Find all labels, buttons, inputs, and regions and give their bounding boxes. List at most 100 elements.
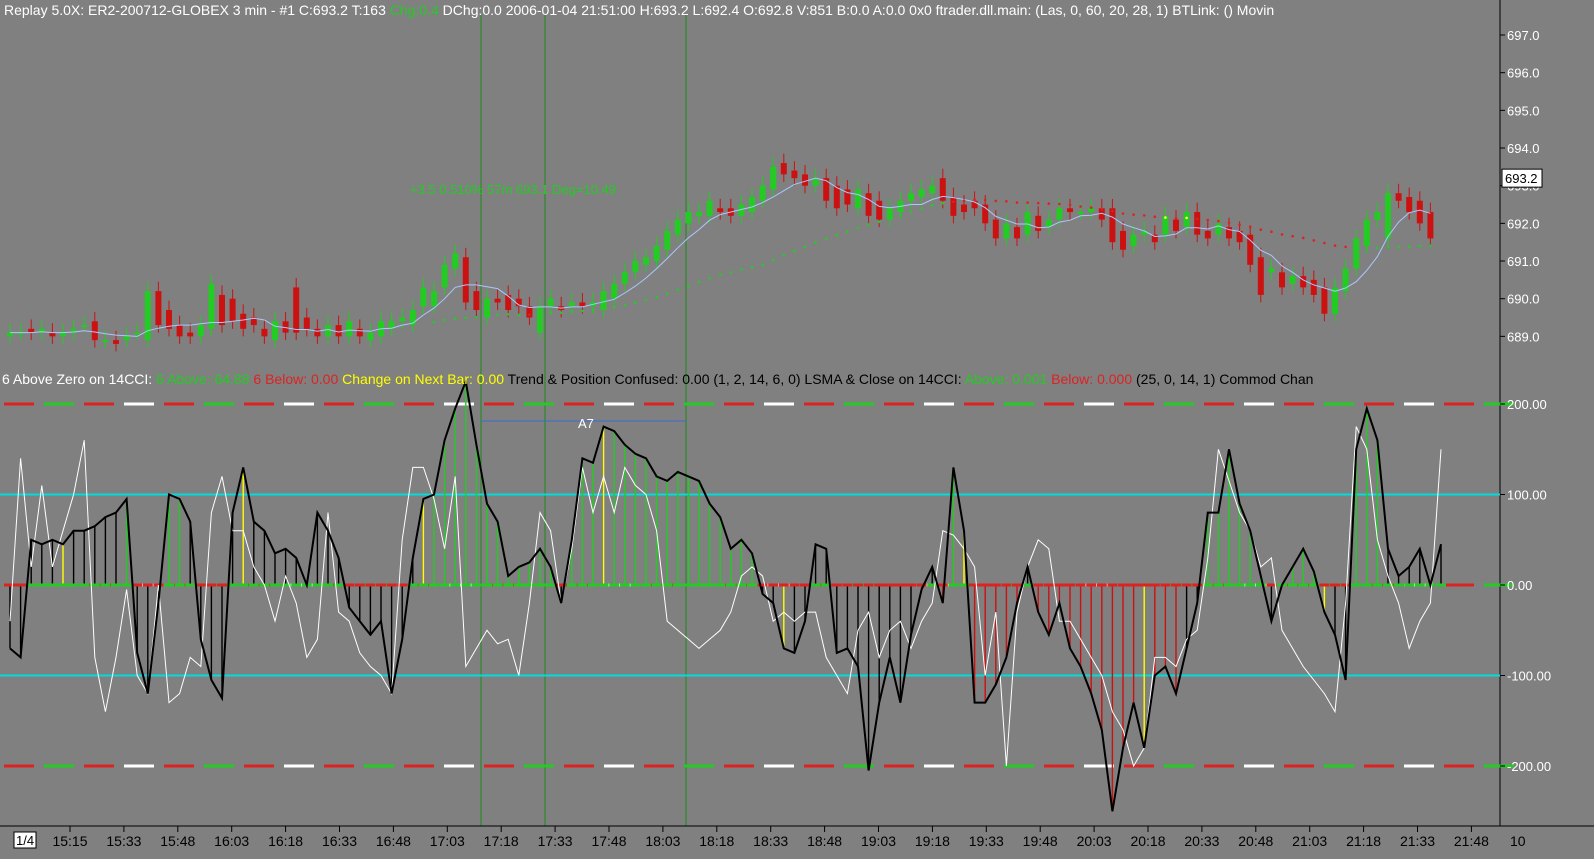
- candle-body[interactable]: [1173, 219, 1179, 231]
- candle-body[interactable]: [929, 185, 936, 194]
- candle-body[interactable]: [717, 208, 724, 213]
- candle-body[interactable]: [1257, 257, 1264, 295]
- candle-body[interactable]: [1109, 208, 1116, 243]
- candle-body[interactable]: [1120, 230, 1126, 250]
- candle-body[interactable]: [653, 245, 660, 262]
- candle-body[interactable]: [632, 261, 639, 273]
- candle-body[interactable]: [685, 212, 692, 224]
- candle-body[interactable]: [187, 332, 194, 337]
- candle-body[interactable]: [113, 340, 119, 344]
- candle-body[interactable]: [60, 332, 66, 337]
- candle-body[interactable]: [505, 294, 512, 310]
- candle-body[interactable]: [611, 283, 618, 299]
- candle-body[interactable]: [1194, 212, 1201, 235]
- candle-body[interactable]: [568, 302, 575, 307]
- candle-body[interactable]: [473, 291, 480, 310]
- candle-body[interactable]: [1321, 287, 1328, 314]
- candle-body[interactable]: [1268, 268, 1275, 273]
- candle-body[interactable]: [961, 204, 967, 213]
- candle-body[interactable]: [908, 193, 914, 201]
- candle-body[interactable]: [1416, 200, 1423, 224]
- candle-body[interactable]: [1014, 227, 1020, 239]
- candle-body[interactable]: [579, 302, 586, 307]
- candle-body[interactable]: [664, 230, 671, 250]
- candle-body[interactable]: [749, 196, 755, 213]
- candle-body[interactable]: [7, 332, 13, 337]
- candle-body[interactable]: [1279, 272, 1285, 288]
- candle-body[interactable]: [325, 325, 331, 337]
- candle-body[interactable]: [144, 291, 151, 341]
- candle-body[interactable]: [1406, 196, 1413, 213]
- candle-body[interactable]: [1374, 212, 1381, 220]
- candle-body[interactable]: [81, 325, 88, 328]
- candle-body[interactable]: [272, 321, 278, 341]
- candle-body[interactable]: [855, 189, 861, 209]
- candle-body[interactable]: [600, 291, 607, 310]
- candle-body[interactable]: [102, 340, 109, 343]
- candle-body[interactable]: [494, 298, 501, 303]
- candle-body[interactable]: [261, 328, 268, 337]
- candle-body[interactable]: [123, 336, 130, 341]
- candle-body[interactable]: [462, 257, 469, 303]
- candle-body[interactable]: [759, 185, 766, 201]
- candle-body[interactable]: [367, 332, 374, 341]
- candle-body[interactable]: [314, 328, 321, 337]
- candle-body[interactable]: [431, 291, 437, 307]
- page-indicator[interactable]: 1/4: [16, 833, 34, 848]
- candle-body[interactable]: [1310, 279, 1317, 295]
- candle-body[interactable]: [780, 163, 787, 175]
- candle-body[interactable]: [229, 298, 236, 322]
- candle-body[interactable]: [91, 321, 98, 341]
- candle-body[interactable]: [1395, 193, 1402, 201]
- candle-body[interactable]: [49, 332, 56, 337]
- candle-body[interactable]: [399, 317, 406, 322]
- candle-body[interactable]: [621, 272, 628, 284]
- candle-body[interactable]: [696, 212, 702, 216]
- candle-body[interactable]: [452, 253, 459, 269]
- candle-body[interactable]: [1130, 234, 1137, 246]
- candle-body[interactable]: [865, 193, 872, 216]
- candle-body[interactable]: [1385, 193, 1391, 239]
- candle-body[interactable]: [876, 200, 883, 220]
- candle-body[interactable]: [219, 294, 225, 326]
- candle-body[interactable]: [176, 325, 183, 337]
- candle-body[interactable]: [1067, 208, 1073, 213]
- candle-body[interactable]: [1363, 219, 1370, 246]
- candle-body[interactable]: [484, 298, 490, 318]
- candle-body[interactable]: [1024, 212, 1031, 235]
- candle-body[interactable]: [812, 178, 819, 186]
- candle-body[interactable]: [791, 170, 798, 179]
- candle-body[interactable]: [240, 313, 247, 329]
- candle-body[interactable]: [1003, 223, 1010, 239]
- candle-body[interactable]: [1077, 212, 1084, 215]
- candle-body[interactable]: [537, 306, 543, 333]
- candle-body[interactable]: [918, 189, 925, 197]
- candle-body[interactable]: [1204, 230, 1211, 239]
- candle-body[interactable]: [802, 174, 808, 186]
- candle-body[interactable]: [950, 196, 957, 216]
- candle-body[interactable]: [356, 328, 363, 337]
- candle-body[interactable]: [674, 219, 681, 235]
- candle-body[interactable]: [1236, 230, 1243, 243]
- candle-body[interactable]: [420, 287, 427, 307]
- candle-body[interactable]: [770, 166, 777, 190]
- candle-body[interactable]: [293, 287, 300, 333]
- candle-body[interactable]: [335, 325, 342, 337]
- candle-body[interactable]: [1427, 212, 1434, 239]
- candle-body[interactable]: [1215, 223, 1222, 235]
- candle-body[interactable]: [346, 321, 353, 337]
- candle-body[interactable]: [1183, 212, 1190, 228]
- candle-body[interactable]: [303, 317, 310, 329]
- candle-body[interactable]: [155, 291, 162, 326]
- candle-body[interactable]: [643, 257, 649, 265]
- candle-body[interactable]: [134, 332, 141, 335]
- candle-body[interactable]: [992, 219, 999, 239]
- candle-body[interactable]: [441, 264, 448, 288]
- candle-body[interactable]: [706, 200, 713, 216]
- candle-body[interactable]: [1353, 238, 1360, 269]
- candle-body[interactable]: [1035, 215, 1042, 231]
- candle-body[interactable]: [197, 325, 204, 337]
- candle-body[interactable]: [1056, 208, 1063, 220]
- candle-body[interactable]: [1289, 276, 1296, 284]
- candle-body[interactable]: [547, 298, 554, 307]
